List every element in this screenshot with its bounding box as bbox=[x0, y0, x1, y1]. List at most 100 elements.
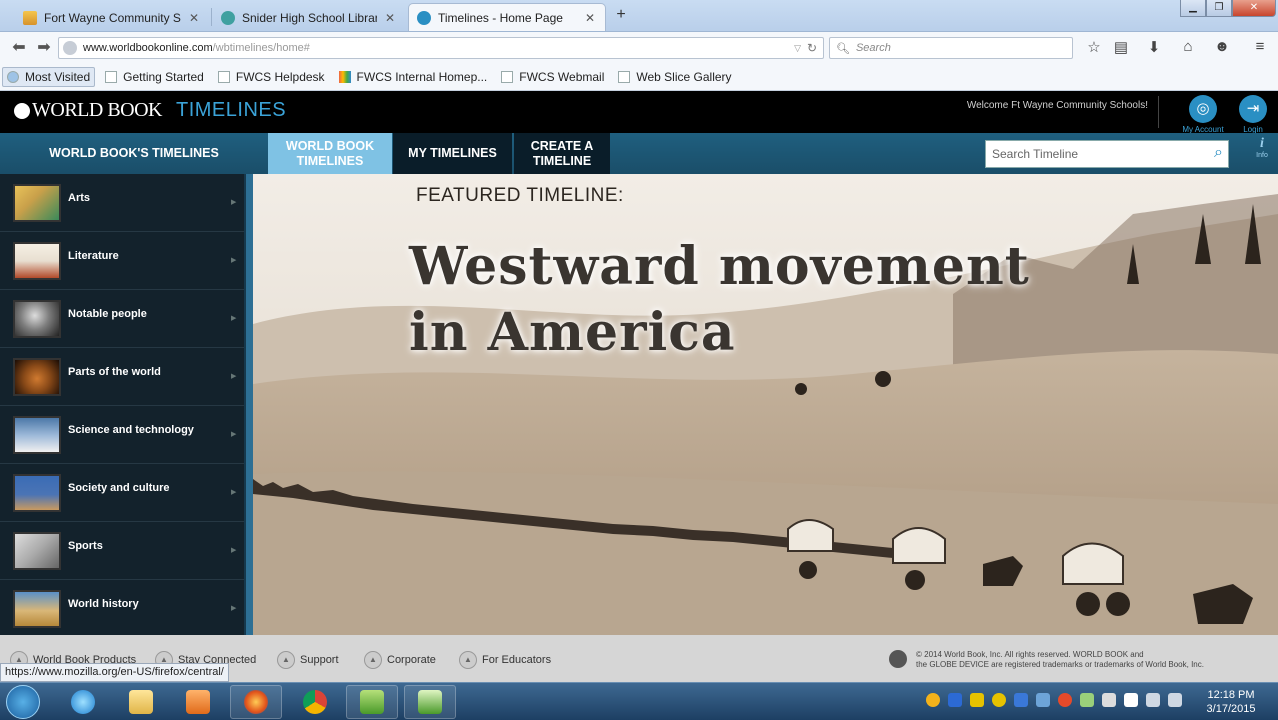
status-bar-url: https://www.mozilla.org/en-US/firefox/ce… bbox=[0, 663, 229, 682]
browser-tab-timelines[interactable]: Timelines - Home Page ✕ bbox=[408, 3, 606, 31]
featured-timeline-banner[interactable]: FEATURED TIMELINE: Westward movement in … bbox=[253, 174, 1278, 635]
window-close-icon[interactable]: ✕ bbox=[1232, 0, 1276, 17]
back-arrow-icon[interactable]: ⬅ bbox=[8, 37, 30, 59]
firefox-taskbar-button[interactable] bbox=[230, 685, 282, 719]
nav-world-books-timelines[interactable]: WORLD BOOK'S TIMELINES bbox=[0, 133, 268, 174]
media-player-taskbar-button[interactable] bbox=[172, 685, 224, 719]
timeline-search-input[interactable]: Search Timeline ⌕ bbox=[985, 140, 1229, 168]
copyright-text: © 2014 World Book, Inc. All rights reser… bbox=[916, 650, 1204, 670]
sidebar-item-notable-people[interactable]: Notable people ▶ bbox=[0, 290, 244, 348]
volume-icon[interactable] bbox=[1168, 693, 1182, 707]
bookmark-fwcs-webmail[interactable]: FWCS Webmail bbox=[497, 68, 608, 86]
arts-thumbnail bbox=[13, 184, 61, 222]
search-icon[interactable]: ⌕ bbox=[1214, 144, 1223, 162]
sidebar-item-literature[interactable]: Literature ▶ bbox=[0, 232, 244, 290]
info-button[interactable]: i Info bbox=[1251, 136, 1273, 159]
reading-list-icon[interactable]: ▤ bbox=[1110, 38, 1132, 58]
bluetooth-icon[interactable] bbox=[948, 693, 962, 707]
bookmark-getting-started[interactable]: Getting Started bbox=[101, 68, 208, 86]
bookmark-label: Getting Started bbox=[123, 70, 204, 84]
bookmark-most-visited[interactable]: Most Visited bbox=[2, 67, 96, 87]
tab-line: WORLD BOOK bbox=[285, 138, 375, 153]
file-explorer-taskbar-button[interactable] bbox=[115, 685, 167, 719]
bookmark-fwcs-internal[interactable]: FWCS Internal Homep... bbox=[335, 68, 492, 86]
chevron-right-icon: ▶ bbox=[231, 199, 237, 206]
close-tab-icon[interactable]: ✕ bbox=[583, 11, 597, 25]
bookmark-fwcs-helpdesk[interactable]: FWCS Helpdesk bbox=[214, 68, 329, 86]
arrow-up-icon: ▲ bbox=[364, 651, 382, 669]
minimize-icon[interactable]: ▁ bbox=[1180, 0, 1206, 17]
forward-arrow-icon[interactable]: ➡ bbox=[33, 37, 55, 59]
arrow-up-icon: ▲ bbox=[277, 651, 295, 669]
browser-tab-fwcs[interactable]: Fort Wayne Community Sc... ✕ bbox=[14, 3, 210, 31]
chevron-right-icon: ▶ bbox=[231, 257, 237, 264]
camtasia-taskbar-button[interactable] bbox=[346, 685, 398, 719]
sidebar-scrollbar[interactable] bbox=[244, 174, 253, 635]
battery-icon[interactable] bbox=[1124, 693, 1138, 707]
internet-explorer-taskbar-button[interactable] bbox=[57, 685, 109, 719]
chrome-icon bbox=[303, 690, 327, 714]
featured-title[interactable]: Westward movement in America bbox=[409, 234, 1030, 366]
windows-start-icon[interactable] bbox=[6, 685, 40, 719]
tab-line: MY TIMELINES bbox=[408, 146, 497, 160]
home-icon[interactable]: ⌂ bbox=[1177, 38, 1199, 58]
bookmark-web-slice-gallery[interactable]: Web Slice Gallery bbox=[614, 68, 735, 86]
my-account-button[interactable]: ◎ My Account bbox=[1177, 95, 1229, 134]
screen: Fort Wayne Community Sc... ✕ Snider High… bbox=[0, 0, 1278, 720]
browser-search-input[interactable]: 🔍︎ Search bbox=[829, 37, 1073, 59]
footer-link-corporate[interactable]: ▲ Corporate bbox=[364, 651, 436, 669]
tab-world-book-timelines[interactable]: WORLD BOOK TIMELINES bbox=[268, 133, 392, 174]
tray-app-icon[interactable] bbox=[1058, 693, 1072, 707]
welcome-message: Welcome Ft Wayne Community Schools! bbox=[966, 100, 1148, 111]
tray-app-icon[interactable] bbox=[1102, 693, 1116, 707]
bookmark-folder-icon bbox=[7, 71, 19, 83]
tray-app-icon[interactable] bbox=[1080, 693, 1094, 707]
globe-icon bbox=[63, 41, 77, 55]
tray-app-icon[interactable] bbox=[992, 693, 1006, 707]
security-shield-icon[interactable] bbox=[1014, 693, 1028, 707]
globe-device-icon bbox=[14, 102, 30, 119]
media-player-icon bbox=[186, 690, 210, 714]
menu-icon[interactable]: ≡ bbox=[1249, 38, 1271, 58]
close-tab-icon[interactable]: ✕ bbox=[187, 11, 201, 25]
sidebar-item-society-and-culture[interactable]: Society and culture ▶ bbox=[0, 464, 244, 522]
browser-tab-snider[interactable]: Snider High School Library ... ✕ bbox=[212, 3, 406, 31]
tray-app-icon[interactable] bbox=[1036, 693, 1050, 707]
windows-taskbar: 12:18 PM 3/17/2015 bbox=[0, 682, 1278, 720]
reload-icon[interactable]: ↻ bbox=[807, 41, 817, 55]
star-bookmark-icon[interactable]: ☆ bbox=[1083, 38, 1105, 58]
sidebar-item-arts[interactable]: Arts ▶ bbox=[0, 174, 244, 232]
world-book-logo[interactable]: WORLD BOOK TIMELINES bbox=[14, 99, 286, 122]
sidebar-item-parts-of-the-world[interactable]: Parts of the world ▶ bbox=[0, 348, 244, 406]
chat-icon[interactable]: ☻ bbox=[1211, 38, 1233, 58]
footer-link-for-educators[interactable]: ▲ For Educators bbox=[459, 651, 551, 669]
tab-create-timeline[interactable]: CREATE A TIMELINE bbox=[514, 133, 610, 174]
sidebar-item-sports[interactable]: Sports ▶ bbox=[0, 522, 244, 580]
footer-link-support[interactable]: ▲ Support bbox=[277, 651, 339, 669]
close-tab-icon[interactable]: ✕ bbox=[383, 11, 397, 25]
chevron-right-icon: ▶ bbox=[231, 373, 237, 380]
maximize-icon[interactable]: ❐ bbox=[1206, 0, 1232, 17]
category-sidebar: Arts ▶ Literature ▶ Notable people ▶ Par… bbox=[0, 174, 253, 635]
new-tab-icon[interactable]: + bbox=[612, 6, 630, 24]
science-thumbnail bbox=[13, 416, 61, 454]
download-icon[interactable]: ⬇ bbox=[1143, 38, 1165, 58]
sidebar-item-science-and-technology[interactable]: Science and technology ▶ bbox=[0, 406, 244, 464]
worldbook-favicon-icon bbox=[417, 10, 431, 25]
camtasia-recorder-taskbar-button[interactable] bbox=[404, 685, 456, 719]
network-icon[interactable] bbox=[1146, 693, 1160, 707]
sidebar-item-world-history[interactable]: World history ▶ bbox=[0, 580, 244, 638]
url-bar[interactable]: www.worldbookonline.com /wbtimelines/hom… bbox=[58, 37, 824, 59]
login-icon: ⇥ bbox=[1239, 95, 1267, 123]
chrome-taskbar-button[interactable] bbox=[289, 685, 341, 719]
login-button[interactable]: ⇥ Login bbox=[1227, 95, 1278, 134]
tray-app-icon[interactable] bbox=[970, 693, 984, 707]
taskbar-clock[interactable]: 12:18 PM 3/17/2015 bbox=[1196, 688, 1266, 716]
folder-icon bbox=[129, 690, 153, 714]
system-tray bbox=[926, 693, 1190, 707]
tab-my-timelines[interactable]: MY TIMELINES bbox=[393, 133, 512, 174]
tray-app-icon[interactable] bbox=[926, 693, 940, 707]
chevron-right-icon: ▶ bbox=[231, 315, 237, 322]
dropdown-arrow-icon[interactable]: ▽ bbox=[794, 43, 801, 54]
search-placeholder: Search bbox=[855, 42, 891, 54]
